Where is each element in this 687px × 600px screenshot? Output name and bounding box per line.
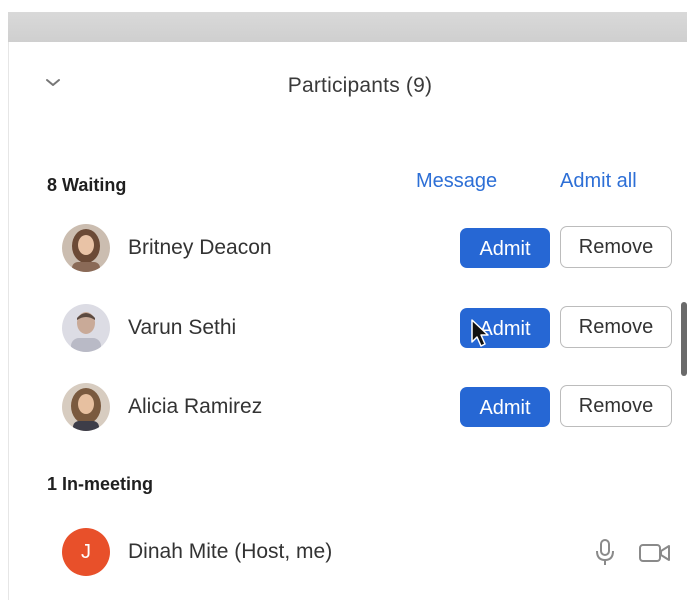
in-meeting-section-label: 1 In-meeting	[47, 474, 154, 494]
avatar: J	[62, 528, 110, 576]
avatar	[62, 224, 110, 272]
admit-button[interactable]: Admit	[460, 308, 550, 348]
participants-window: Participants (9) 8 Waiting Message Admit…	[0, 0, 687, 600]
in-meeting-participant-row: J Dinah Mite (Host, me)	[0, 522, 687, 582]
scrollbar-thumb[interactable]	[681, 302, 687, 376]
admit-button[interactable]: Admit	[460, 387, 550, 427]
message-link[interactable]: Message	[416, 170, 497, 193]
microphone-icon[interactable]	[594, 538, 616, 568]
avatar	[62, 383, 110, 431]
panel-title: Participants (9)	[287, 74, 433, 97]
admit-all-link[interactable]: Admit all	[560, 170, 637, 193]
waiting-participant-row: Alicia Ramirez Admit Remove	[0, 377, 687, 437]
video-camera-icon[interactable]	[638, 542, 672, 564]
remove-button[interactable]: Remove	[560, 226, 672, 268]
remove-button[interactable]: Remove	[560, 306, 672, 348]
participant-name: Britney Deacon	[128, 236, 272, 259]
admit-button[interactable]: Admit	[460, 228, 550, 268]
title-bar[interactable]	[8, 12, 687, 42]
participant-name: Alicia Ramirez	[128, 395, 263, 418]
waiting-section-label: 8 Waiting	[47, 175, 127, 195]
participant-name: Dinah Mite (Host, me)	[128, 540, 333, 563]
waiting-participant-row: Varun Sethi Admit Remove	[0, 298, 687, 358]
window-top-edge	[0, 0, 687, 12]
remove-button[interactable]: Remove	[560, 385, 672, 427]
participant-name: Varun Sethi	[128, 316, 237, 339]
avatar	[62, 304, 110, 352]
waiting-participant-row: Britney Deacon Admit Remove	[0, 218, 687, 278]
